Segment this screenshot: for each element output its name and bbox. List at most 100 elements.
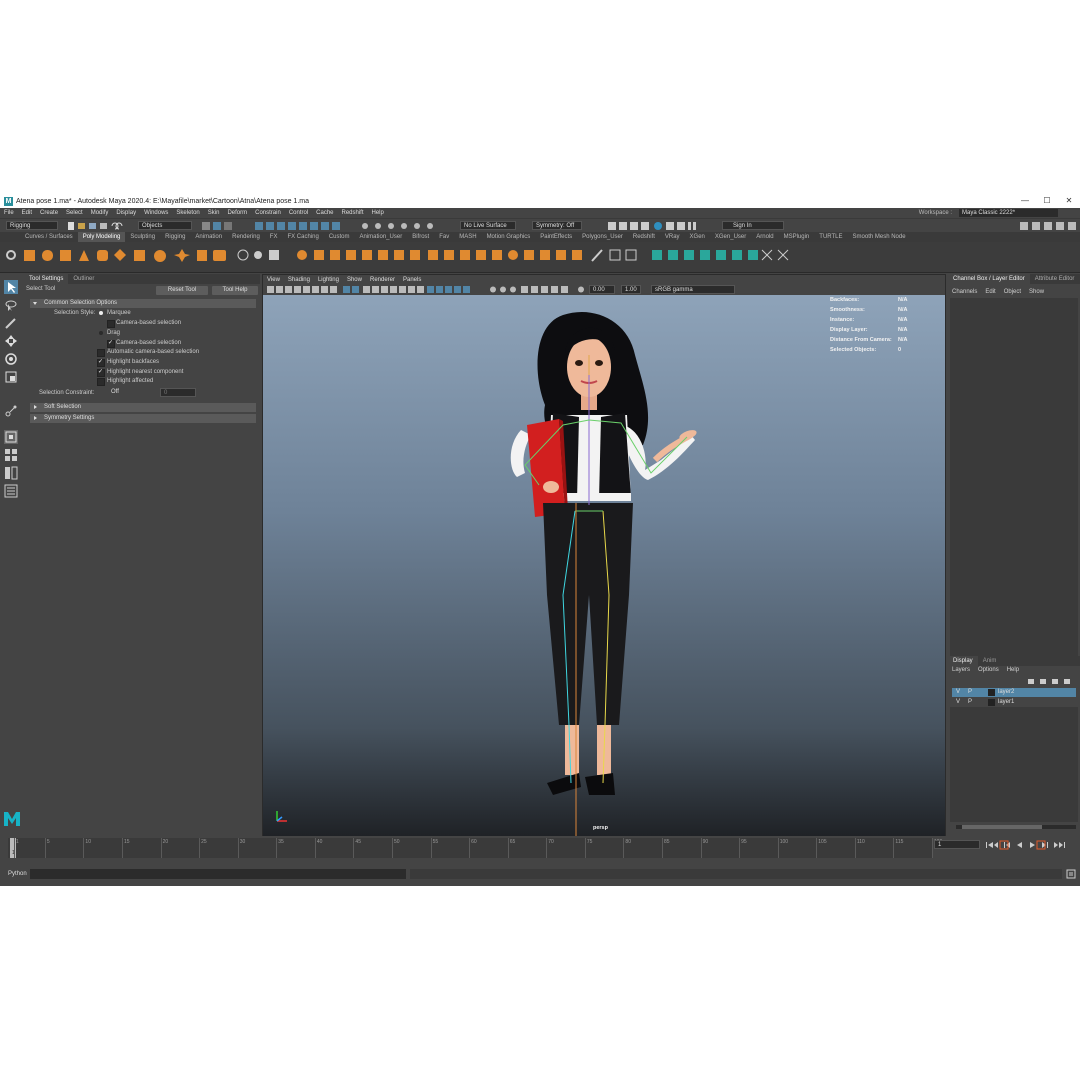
command-input[interactable] xyxy=(30,869,406,879)
menu-help[interactable]: Help xyxy=(368,210,388,216)
menu-edit[interactable]: Edit xyxy=(18,210,36,216)
camera-based-selection-2-checkbox[interactable] xyxy=(107,339,115,348)
character-model[interactable] xyxy=(263,295,945,836)
lasso-tool-icon[interactable] xyxy=(4,298,18,312)
symmetry-select[interactable]: Symmetry: Off xyxy=(532,221,582,230)
layers-menu[interactable]: Layers xyxy=(948,667,974,673)
shelf-tab[interactable]: FX Caching xyxy=(282,232,323,242)
layer2-color-swatch[interactable] xyxy=(988,689,995,696)
minimize-button[interactable]: — xyxy=(1014,194,1036,208)
tab-attribute-editor[interactable]: Attribute Editor xyxy=(1030,274,1080,284)
layer2-playback-toggle[interactable]: P xyxy=(968,688,972,697)
shelf-tab[interactable]: PaintEffects xyxy=(535,232,577,242)
selection-constraint-select[interactable]: Off xyxy=(108,388,158,397)
tab-outliner[interactable]: Outliner xyxy=(68,274,99,284)
joint-tool-icon[interactable] xyxy=(4,404,18,418)
layer1-color-swatch[interactable] xyxy=(988,699,995,706)
four-view-layout-icon[interactable] xyxy=(4,448,18,462)
perspective-viewport[interactable]: Backfaces: N/A Smoothness: N/A Instance:… xyxy=(263,295,945,836)
shelf-tab-active[interactable]: Poly Modeling xyxy=(77,232,126,242)
menu-cache[interactable]: Cache xyxy=(312,210,337,216)
scale-tool-icon[interactable] xyxy=(4,370,18,384)
menu-create[interactable]: Create xyxy=(36,210,62,216)
viewport-menu-view[interactable]: View xyxy=(263,277,284,283)
layer-help-menu[interactable]: Help xyxy=(1003,667,1023,673)
highlight-nearest-checkbox[interactable] xyxy=(97,368,105,377)
shelf-tab[interactable]: Polygons_User xyxy=(577,232,628,242)
channel-show-menu[interactable]: Show xyxy=(1025,289,1048,295)
automatic-camera-selection-checkbox[interactable] xyxy=(97,349,105,357)
reset-tool-button[interactable]: Reset Tool xyxy=(156,286,208,295)
poly-modeling-shelf-icons[interactable] xyxy=(22,248,1062,264)
layer-row-layer1[interactable]: V P layer1 xyxy=(952,698,1076,707)
panel-toggle-icons[interactable] xyxy=(1018,221,1078,231)
shelf-tab[interactable]: XGen_User xyxy=(710,232,751,242)
tab-display-layers[interactable]: Display xyxy=(948,656,978,666)
render-tools-icons[interactable] xyxy=(606,221,716,231)
shelf-tab[interactable]: Arnold xyxy=(751,232,778,242)
shelf-tab[interactable]: Bifrost xyxy=(407,232,434,242)
common-selection-options-section[interactable]: Common Selection Options xyxy=(30,299,256,308)
tab-channel-box[interactable]: Channel Box / Layer Editor xyxy=(948,274,1030,284)
shelf-tab[interactable]: Redshift xyxy=(628,232,660,242)
menu-skeleton[interactable]: Skeleton xyxy=(172,210,203,216)
menu-select[interactable]: Select xyxy=(62,210,87,216)
paint-select-icon[interactable] xyxy=(4,316,18,330)
file-tools-icons[interactable] xyxy=(66,221,126,231)
shelf-tab[interactable]: Rigging xyxy=(160,232,190,242)
time-ruler[interactable]: 1 15101520253035404550556065707580859095… xyxy=(8,838,942,858)
menu-modify[interactable]: Modify xyxy=(87,210,113,216)
snap-tools-icons[interactable] xyxy=(200,221,450,231)
shelf-tab[interactable]: XGen xyxy=(685,232,710,242)
playback-controls[interactable] xyxy=(984,840,1076,850)
layer-row-layer2[interactable]: V P layer2 xyxy=(952,688,1076,697)
camera-based-selection-1-checkbox[interactable] xyxy=(107,320,115,328)
shelf-tab[interactable]: MSPlugin xyxy=(779,232,815,242)
sign-in-button[interactable]: Sign In xyxy=(722,221,784,230)
menu-constrain[interactable]: Constrain xyxy=(251,210,285,216)
shelf-tab[interactable]: Smooth Mesh Node xyxy=(848,232,911,242)
layer-scrollbar[interactable] xyxy=(956,825,1076,829)
selection-mode-select[interactable]: Objects xyxy=(138,221,192,230)
shelf-tab[interactable]: Rendering xyxy=(227,232,265,242)
shelf-tab[interactable]: Fav xyxy=(434,232,454,242)
script-editor-icon[interactable] xyxy=(1066,869,1076,879)
close-button[interactable]: ✕ xyxy=(1058,194,1080,208)
layer2-visibility-toggle[interactable]: V xyxy=(956,688,960,697)
rotate-tool-icon[interactable] xyxy=(4,352,18,366)
time-slider[interactable]: 1 15101520253035404550556065707580859095… xyxy=(0,836,1080,864)
layer1-visibility-toggle[interactable]: V xyxy=(956,698,960,707)
select-tool-icon[interactable] xyxy=(4,280,18,294)
layer-tools-icons[interactable] xyxy=(1026,677,1078,686)
tool-help-button[interactable]: Tool Help xyxy=(212,286,258,295)
color-space-select[interactable]: sRGB gamma xyxy=(651,285,735,294)
highlight-backfaces-checkbox[interactable] xyxy=(97,358,105,367)
maximize-button[interactable]: ☐ xyxy=(1036,194,1058,208)
workspace-select[interactable]: Maya Classic 2222* xyxy=(959,209,1058,217)
symmetry-settings-section[interactable]: Symmetry Settings xyxy=(30,414,256,423)
exposure-field[interactable]: 0.00 xyxy=(589,285,615,294)
viewport-toolbar-icons[interactable] xyxy=(265,285,585,294)
selection-constraint-field[interactable]: 0 xyxy=(160,388,196,397)
two-view-layout-icon[interactable] xyxy=(4,466,18,480)
menu-control[interactable]: Control xyxy=(285,210,312,216)
channel-box-area[interactable] xyxy=(950,298,1078,656)
soft-selection-section[interactable]: Soft Selection xyxy=(30,403,256,412)
menu-deform[interactable]: Deform xyxy=(223,210,251,216)
tab-tool-settings[interactable]: Tool Settings xyxy=(24,274,69,284)
shelf-settings-icon[interactable] xyxy=(4,248,18,262)
menu-redshift[interactable]: Redshift xyxy=(338,210,368,216)
shelf-tab[interactable]: Motion Graphics xyxy=(482,232,536,242)
command-language-label[interactable]: Python xyxy=(8,871,27,877)
viewport-menu-renderer[interactable]: Renderer xyxy=(366,277,399,283)
layer-options-menu[interactable]: Options xyxy=(974,667,1003,673)
shelf-tab[interactable]: Custom xyxy=(324,232,355,242)
viewport-menu-panels[interactable]: Panels xyxy=(399,277,425,283)
shelf-tab[interactable]: MASH xyxy=(454,232,481,242)
shelf-tab[interactable]: FX xyxy=(265,232,283,242)
gamma-field[interactable]: 1.00 xyxy=(621,285,641,294)
viewport-menu-lighting[interactable]: Lighting xyxy=(314,277,343,283)
menu-skin[interactable]: Skin xyxy=(204,210,224,216)
channel-edit-menu[interactable]: Edit xyxy=(981,289,999,295)
menu-file[interactable]: File xyxy=(0,210,18,216)
